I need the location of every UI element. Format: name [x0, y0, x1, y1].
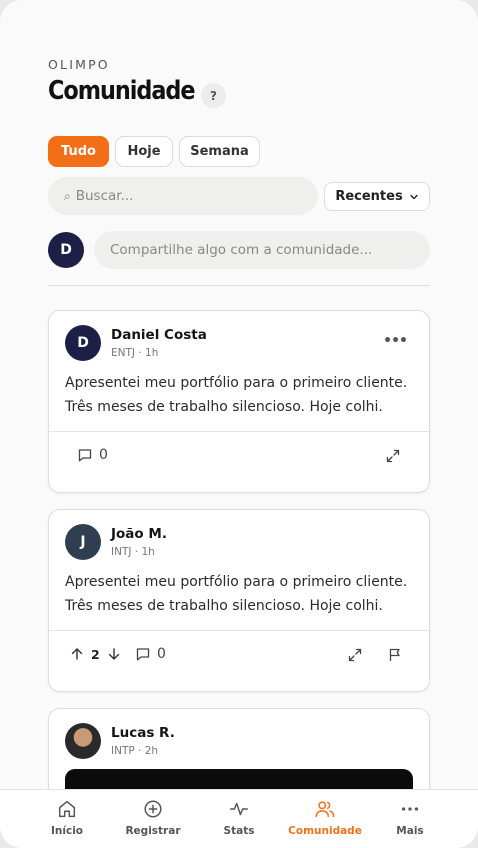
nav-label: Mais [396, 825, 424, 837]
brand-label: OLIMPO [48, 57, 110, 72]
help-button[interactable]: ? [201, 83, 226, 108]
vote-count: 2 [91, 646, 100, 662]
post-meta: INTJ · 1h [111, 546, 155, 558]
sort-dropdown[interactable]: Recentes [324, 182, 430, 211]
activity-icon [230, 802, 248, 816]
divider [48, 285, 430, 286]
nav-label: Registrar [125, 825, 181, 837]
nav-stats[interactable]: Stats [199, 798, 279, 837]
post-author[interactable]: João M. [111, 526, 167, 542]
bottom-nav: Início Registrar Stats Comunidade Mais [0, 789, 478, 848]
expand-icon [386, 449, 400, 463]
sort-label: Recentes [335, 189, 403, 204]
report-button[interactable] [387, 647, 403, 663]
filter-semana[interactable]: Semana [179, 136, 260, 167]
post-text: Apresentei meu portfólio para o primeiro… [65, 375, 408, 415]
post-actions: 0 [49, 431, 429, 481]
nav-label: Comunidade [288, 825, 362, 837]
downvote-icon[interactable] [106, 646, 122, 662]
expand-button[interactable] [347, 647, 363, 663]
nav-comunidade[interactable]: Comunidade [285, 798, 365, 837]
composer-input[interactable]: Compartilhe algo com a comunidade... [94, 231, 430, 269]
nav-label: Stats [223, 825, 255, 837]
filter-hoje[interactable]: Hoje [115, 136, 173, 167]
comment-count: 0 [157, 646, 166, 662]
avatar[interactable]: D [65, 325, 101, 361]
upvote-icon[interactable] [69, 646, 85, 662]
search-icon: ⌕ [64, 188, 71, 203]
users-icon [315, 801, 335, 818]
avatar[interactable] [65, 723, 101, 759]
post-card: D Daniel Costa ENTJ · 1h ••• Apresentei … [48, 310, 430, 493]
nav-inicio[interactable]: Início [27, 798, 107, 837]
post-card: J João M. INTJ · 1h Apresentei meu portf… [48, 509, 430, 692]
post-meta: INTP · 2h [111, 745, 159, 757]
post-author[interactable]: Daniel Costa [111, 327, 207, 343]
avatar[interactable]: J [65, 524, 101, 560]
nav-label: Início [50, 825, 84, 837]
app-screen: OLIMPO Comunidade ? Tudo Hoje Semana ⌕ R… [0, 0, 478, 848]
more-dots-icon [401, 807, 419, 811]
comment-button[interactable]: 0 [77, 447, 108, 463]
comment-icon [78, 449, 92, 462]
filter-tudo[interactable]: Tudo [48, 136, 109, 167]
nav-mais[interactable]: Mais [370, 798, 450, 837]
home-icon [58, 800, 76, 818]
post-actions: 2 0 [49, 630, 429, 680]
expand-button[interactable] [385, 448, 401, 464]
chevron-down-icon [409, 194, 418, 199]
page-title: Comunidade [48, 76, 196, 106]
flag-icon [389, 648, 400, 661]
vote-controls: 2 [69, 646, 122, 662]
post-meta: ENTJ · 1h [111, 347, 159, 359]
post-author[interactable]: Lucas R. [111, 725, 175, 741]
comment-count: 0 [99, 447, 108, 463]
search-box[interactable]: ⌕ [48, 177, 318, 215]
search-input[interactable] [75, 188, 276, 204]
plus-circle-icon [144, 800, 162, 818]
expand-icon [348, 648, 362, 662]
current-user-avatar: D [48, 232, 84, 268]
nav-registrar[interactable]: Registrar [113, 798, 193, 837]
post-text: Apresentei meu portfólio para o primeiro… [65, 574, 408, 614]
more-options-icon[interactable]: ••• [383, 333, 408, 349]
comment-button[interactable]: 0 [135, 646, 166, 662]
comment-icon [136, 648, 150, 661]
